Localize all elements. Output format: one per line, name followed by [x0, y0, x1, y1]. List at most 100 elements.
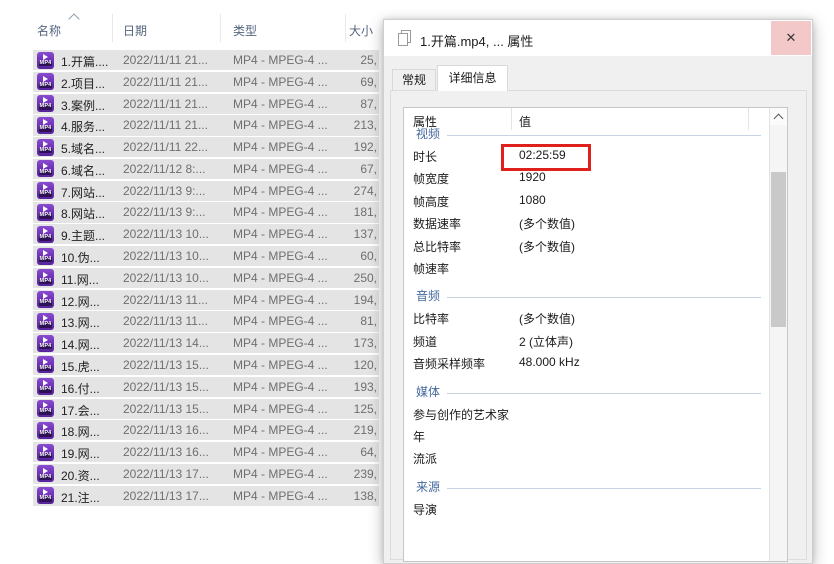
- section-header: 媒体: [404, 374, 769, 402]
- file-row[interactable]: MP415.虎...2022/11/13 15...MP4 - MPEG-4 .…: [33, 355, 379, 375]
- mp4-badge: MP4: [39, 148, 53, 154]
- scrollbar[interactable]: [769, 108, 787, 561]
- section-label: 媒体: [416, 386, 440, 399]
- file-size: 194,: [317, 293, 377, 307]
- sort-ascending-icon: [68, 13, 79, 24]
- file-row[interactable]: MP45.域名...2022/11/11 22...MP4 - MPEG-4 .…: [33, 137, 379, 157]
- file-date: 2022/11/13 10...: [123, 227, 209, 241]
- column-header-row: 名称 日期 类型 大小: [0, 12, 400, 44]
- column-header-date[interactable]: 日期: [123, 22, 147, 39]
- tab-details[interactable]: 详细信息: [437, 65, 508, 91]
- property-label: 帧高度: [413, 193, 449, 210]
- file-type: MP4 - MPEG-4 ...: [233, 293, 328, 307]
- mp4-badge: MP4: [39, 257, 53, 263]
- mp4-file-icon: MP4: [37, 269, 54, 286]
- file-row[interactable]: MP414.网...2022/11/13 14...MP4 - MPEG-4 .…: [33, 333, 379, 353]
- value-column-header[interactable]: 值: [519, 113, 531, 130]
- mp4-file-icon: MP4: [37, 400, 54, 417]
- mp4-badge: MP4: [39, 83, 53, 89]
- file-row[interactable]: MP41.开篇....2022/11/11 21...MP4 - MPEG-4 …: [33, 50, 379, 70]
- section-label: 来源: [416, 481, 440, 494]
- file-row[interactable]: MP421.注...2022/11/13 17...MP4 - MPEG-4 .…: [33, 486, 379, 506]
- file-row[interactable]: MP43.案例...2022/11/11 21...MP4 - MPEG-4 .…: [33, 94, 379, 114]
- properties-dialog: 1.开篇.mp4, ... 属性 ✕ 常规 详细信息 属性 值 视频时长02:2…: [383, 19, 813, 564]
- column-divider: [511, 108, 512, 130]
- file-date: 2022/11/13 15...: [123, 402, 209, 416]
- play-icon: [43, 446, 48, 452]
- property-value: (多个数值): [519, 215, 575, 232]
- file-size: 125,: [317, 402, 377, 416]
- file-row[interactable]: MP412.网...2022/11/13 11...MP4 - MPEG-4 .…: [33, 290, 379, 310]
- property-row[interactable]: 年: [404, 424, 769, 446]
- file-row[interactable]: MP46.域名...2022/11/12 8:...MP4 - MPEG-4 .…: [33, 159, 379, 179]
- file-size: 25,: [317, 53, 377, 67]
- file-name: 17.会...: [61, 402, 100, 419]
- file-row[interactable]: MP4 17.会... 2022/11/13 15... MP4 - MPEG-4 .…: [33, 399, 379, 419]
- mp4-file-icon: MP4: [37, 73, 54, 90]
- close-button[interactable]: ✕: [771, 21, 811, 55]
- play-icon: [43, 163, 48, 169]
- file-name: 3.案例...: [61, 97, 105, 114]
- file-row[interactable]: MP410.伪...2022/11/13 10...MP4 - MPEG-4 .…: [33, 246, 379, 266]
- property-row[interactable]: 频道2 (立体声): [404, 329, 769, 351]
- tab-general[interactable]: 常规: [392, 69, 436, 91]
- file-row[interactable]: MP419.网...2022/11/13 16...MP4 - MPEG-4 .…: [33, 442, 379, 462]
- mp4-file-icon: MP4: [37, 313, 54, 330]
- file-row[interactable]: MP418.网...2022/11/13 16...MP4 - MPEG-4 .…: [33, 420, 379, 440]
- mp4-badge: MP4: [39, 235, 53, 241]
- property-value: 48.000 kHz: [519, 355, 580, 369]
- file-date: 2022/11/13 16...: [123, 445, 209, 459]
- file-row[interactable]: MP47.网站...2022/11/13 9:...MP4 - MPEG-4 .…: [33, 181, 379, 201]
- file-name: 11.网...: [61, 271, 99, 288]
- property-row[interactable]: 导演: [404, 497, 769, 519]
- property-value: 1920: [519, 170, 546, 184]
- file-row[interactable]: MP44.服务...2022/11/11 21...MP4 - MPEG-4 .…: [33, 115, 379, 135]
- property-row[interactable]: 音频采样频率 48.000 kHz: [404, 351, 769, 373]
- file-row[interactable]: MP420.资...2022/11/13 17...MP4 - MPEG-4 .…: [33, 464, 379, 484]
- file-name: 9.主题...: [61, 227, 105, 244]
- file-row[interactable]: MP42.项目...2022/11/11 21...MP4 - MPEG-4 .…: [33, 72, 379, 92]
- file-date: 2022/11/13 10...: [123, 249, 209, 263]
- property-row[interactable]: 总比特率(多个数值): [404, 234, 769, 256]
- mp4-file-icon: MP4: [37, 52, 54, 69]
- file-date: 2022/11/11 22...: [123, 140, 208, 154]
- mp4-badge: MP4: [39, 61, 53, 67]
- file-row[interactable]: MP411.网...2022/11/13 10...MP4 - MPEG-4 .…: [33, 268, 379, 288]
- column-header-type[interactable]: 类型: [233, 22, 257, 39]
- file-row[interactable]: MP48.网站...2022/11/13 9:...MP4 - MPEG-4 .…: [33, 202, 379, 222]
- property-row[interactable]: 数据速率(多个数值): [404, 211, 769, 233]
- mp4-file-icon: MP4: [37, 356, 54, 373]
- property-row[interactable]: 帧高度1080: [404, 189, 769, 211]
- file-type: MP4 - MPEG-4 ...: [233, 423, 328, 437]
- column-header-name[interactable]: 名称: [37, 22, 61, 39]
- property-row[interactable]: 比特率(多个数值): [404, 306, 769, 328]
- property-row[interactable]: 帧速率: [404, 256, 769, 278]
- file-type: MP4 - MPEG-4 ...: [233, 271, 328, 285]
- scrollbar-thumb[interactable]: [771, 172, 786, 327]
- mp4-badge: MP4: [39, 453, 53, 459]
- section-header: 音频: [404, 278, 769, 306]
- section-label: 音频: [416, 290, 440, 303]
- file-size: 192,: [317, 140, 377, 154]
- column-divider: [345, 14, 346, 42]
- property-row[interactable]: 流派: [404, 446, 769, 468]
- play-icon: [43, 359, 48, 365]
- file-row[interactable]: MP49.主题...2022/11/13 10...MP4 - MPEG-4 .…: [33, 224, 379, 244]
- dialog-titlebar[interactable]: 1.开篇.mp4, ... 属性 ✕: [384, 20, 812, 56]
- mp4-file-icon: MP4: [37, 291, 54, 308]
- property-label: 音频采样频率: [413, 355, 485, 372]
- section-rule: [447, 393, 761, 394]
- mp4-file-icon: MP4: [37, 139, 54, 156]
- column-header-size[interactable]: 大小: [349, 22, 373, 39]
- close-icon: ✕: [786, 30, 797, 46]
- section-rule: [447, 488, 761, 489]
- file-row[interactable]: MP413.网...2022/11/13 11...MP4 - MPEG-4 .…: [33, 311, 379, 331]
- file-date: 2022/11/11 21...: [123, 75, 208, 89]
- file-type: MP4 - MPEG-4 ...: [233, 402, 328, 416]
- file-row[interactable]: MP416.付...2022/11/13 15...MP4 - MPEG-4 .…: [33, 377, 379, 397]
- file-type: MP4 - MPEG-4 ...: [233, 249, 328, 263]
- scrollbar-up-button[interactable]: [770, 108, 787, 125]
- section-header: 视频: [404, 130, 769, 144]
- property-row[interactable]: 参与创作的艺术家: [404, 402, 769, 424]
- file-type: MP4 - MPEG-4 ...: [233, 97, 328, 111]
